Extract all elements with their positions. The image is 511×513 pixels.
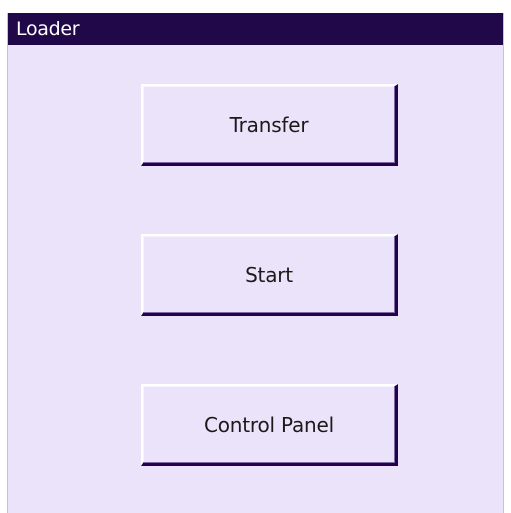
window-title: Loader bbox=[8, 13, 503, 45]
control-panel-button[interactable]: Control Panel bbox=[141, 384, 398, 466]
start-button[interactable]: Start bbox=[141, 234, 398, 316]
loader-window: Loader Transfer Start Control Panel bbox=[7, 13, 504, 513]
start-button-label: Start bbox=[245, 262, 293, 287]
control-panel-button-label: Control Panel bbox=[203, 412, 334, 437]
transfer-button[interactable]: Transfer bbox=[141, 84, 398, 166]
transfer-button-label: Transfer bbox=[229, 112, 309, 137]
